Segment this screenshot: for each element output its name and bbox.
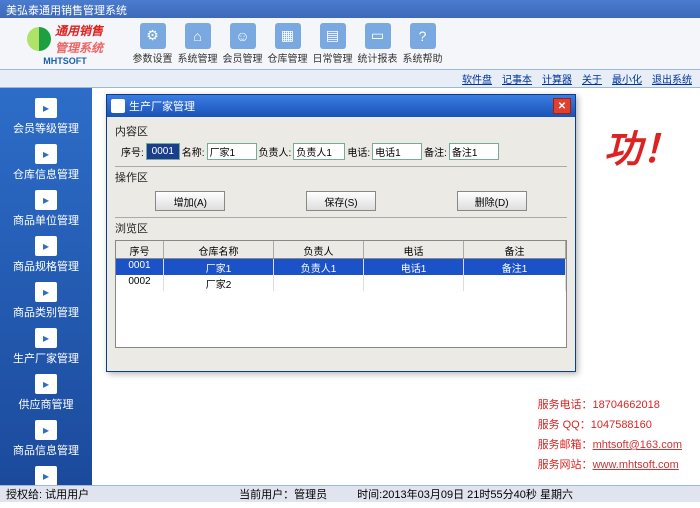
- tel-input[interactable]: [372, 143, 422, 160]
- toolbar-0[interactable]: ⚙参数设置: [130, 20, 175, 68]
- data-grid[interactable]: 序号 仓库名称 负责人 电话 备注 0001厂家1负责人1电话1备注10002厂…: [115, 240, 567, 348]
- sidebar-icon: ▸: [35, 420, 57, 440]
- add-button[interactable]: 增加(A): [155, 191, 225, 211]
- person-input[interactable]: [293, 143, 345, 160]
- link-bar: 软件盘记事本计算器关于最小化退出系统: [0, 70, 700, 88]
- toolbar-icon: ⌂: [185, 23, 211, 49]
- sidebar: ▸会员等级管理▸仓库信息管理▸商品单位管理▸商品规格管理▸商品类别管理▸生产厂家…: [0, 88, 92, 485]
- sidebar-item-1[interactable]: ▸仓库信息管理: [0, 140, 92, 186]
- sidebar-icon: ▸: [35, 282, 57, 302]
- toolbar-icon: ▭: [365, 23, 391, 49]
- sidebar-item-4[interactable]: ▸商品类别管理: [0, 278, 92, 324]
- seq-input[interactable]: [146, 143, 180, 160]
- toolbar-icon: ☺: [230, 23, 256, 49]
- link-0[interactable]: 软件盘: [462, 71, 492, 86]
- note-input[interactable]: [449, 143, 499, 160]
- status-bar: 授权给: 试用用户 当前用户：管理员 时间:2013年03月09日 21时55分…: [0, 485, 700, 502]
- section-ops-label: 操作区: [115, 169, 567, 185]
- sidebar-item-3[interactable]: ▸商品规格管理: [0, 232, 92, 278]
- sidebar-item-5[interactable]: ▸生产厂家管理: [0, 324, 92, 370]
- toolbar-4[interactable]: ▤日常管理: [310, 20, 355, 68]
- window-title: 美弘泰通用销售管理系统: [6, 5, 127, 17]
- logo-icon: [27, 27, 51, 51]
- sidebar-item-7[interactable]: ▸商品信息管理: [0, 416, 92, 462]
- sidebar-icon: ▸: [35, 236, 57, 256]
- dialog-title: 生产厂家管理: [129, 98, 195, 114]
- table-row[interactable]: 0002厂家2: [116, 275, 566, 291]
- link-2[interactable]: 计算器: [542, 71, 572, 86]
- link-4[interactable]: 最小化: [612, 71, 642, 86]
- sidebar-item-2[interactable]: ▸商品单位管理: [0, 186, 92, 232]
- toolbar-icon: ⚙: [140, 23, 166, 49]
- toolbar-icon: ▦: [275, 23, 301, 49]
- section-browse-label: 浏览区: [115, 220, 567, 236]
- dialog-icon: [111, 99, 125, 113]
- toolbar-6[interactable]: ?系统帮助: [400, 20, 445, 68]
- close-icon[interactable]: ✕: [553, 98, 571, 114]
- background-text: 功！: [604, 118, 680, 173]
- toolbar-3[interactable]: ▦仓库管理: [265, 20, 310, 68]
- toolbar-5[interactable]: ▭统计报表: [355, 20, 400, 68]
- table-row[interactable]: 0001厂家1负责人1电话1备注1: [116, 259, 566, 275]
- toolbar-icon: ▤: [320, 23, 346, 49]
- sidebar-icon: ▸: [35, 144, 57, 164]
- toolbar-1[interactable]: ⌂系统管理: [175, 20, 220, 68]
- content-fields: 序号: 名称: 负责人: 电话: 备注:: [115, 141, 567, 167]
- save-button[interactable]: 保存(S): [306, 191, 376, 211]
- toolbar-2[interactable]: ☺会员管理: [220, 20, 265, 68]
- manufacturer-dialog: 生产厂家管理 ✕ 内容区 序号: 名称: 负责人: 电话: 备注: 操作区 增加…: [106, 94, 576, 372]
- grid-header: 序号 仓库名称 负责人 电话 备注: [116, 241, 566, 259]
- logo: 通用销售 管理系统 MHTSOFT: [0, 18, 130, 69]
- link-5[interactable]: 退出系统: [652, 71, 692, 86]
- contact-info: 服务电话：18704662018 服务 QQ：1047588160 服务邮箱：m…: [538, 395, 682, 475]
- sidebar-icon: ▸: [35, 328, 57, 348]
- sidebar-icon: ▸: [35, 190, 57, 210]
- delete-button[interactable]: 删除(D): [457, 191, 527, 211]
- sidebar-icon: ▸: [35, 466, 57, 486]
- section-content-label: 内容区: [115, 123, 567, 139]
- email-link[interactable]: mhtsoft@163.com: [593, 439, 682, 451]
- toolbar-icon: ?: [410, 23, 436, 49]
- link-3[interactable]: 关于: [582, 71, 602, 86]
- sidebar-icon: ▸: [35, 98, 57, 118]
- sidebar-icon: ▸: [35, 374, 57, 394]
- dialog-titlebar[interactable]: 生产厂家管理 ✕: [107, 95, 575, 117]
- sidebar-item-6[interactable]: ▸供应商管理: [0, 370, 92, 416]
- toolbar: 通用销售 管理系统 MHTSOFT ⚙参数设置⌂系统管理☺会员管理▦仓库管理▤日…: [0, 18, 700, 70]
- website-link[interactable]: www.mhtsoft.com: [593, 459, 679, 471]
- link-1[interactable]: 记事本: [502, 71, 532, 86]
- name-input[interactable]: [207, 143, 257, 160]
- window-titlebar: 美弘泰通用销售管理系统: [0, 0, 700, 18]
- sidebar-item-0[interactable]: ▸会员等级管理: [0, 94, 92, 140]
